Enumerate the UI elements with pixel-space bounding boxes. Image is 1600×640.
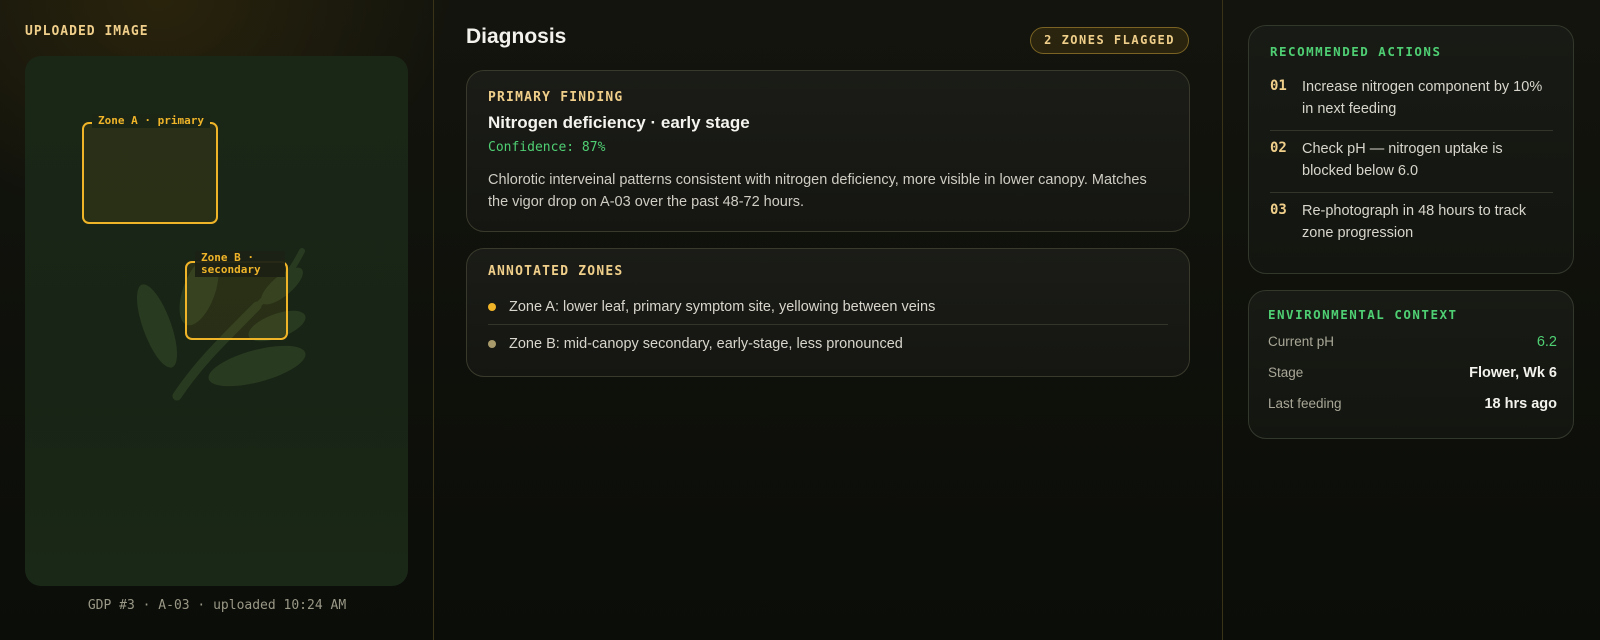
finding-title: Nitrogen deficiency · early stage [488,113,750,132]
primary-finding-card: PRIMARY FINDING Nitrogen deficiency · ea… [466,70,1190,232]
list-item[interactable]: 01 Increase nitrogen component by 10% in… [1270,77,1553,120]
action-number: 02 [1270,140,1287,156]
action-text: Check pH — nitrogen uptake is blocked be… [1302,141,1503,179]
env-value: Flower, Wk 6 [1469,365,1557,381]
env-key: Stage [1268,365,1304,380]
recommended-actions-card: RECOMMENDED ACTIONS 01 Increase nitrogen… [1248,25,1574,274]
env-row-stage: Stage Flower, Wk 6 [1268,365,1557,381]
annotated-zones-label: ANNOTATED ZONES [488,264,624,279]
zone-a-description: Zone A: lower leaf, primary symptom site… [509,298,936,315]
env-row-ph: Current pH 6.2 [1268,334,1557,350]
action-text: Increase nitrogen component by 10% in ne… [1302,79,1543,117]
zone-a-label: Zone A · primary [92,114,210,128]
list-item[interactable]: Zone B: mid-canopy secondary, early-stag… [488,326,1168,362]
sidebar-panel: RECOMMENDED ACTIONS 01 Increase nitrogen… [1223,0,1600,640]
confidence-value: Confidence: 87% [488,140,606,155]
divider [1270,192,1553,193]
finding-description: Chlorotic interveinal patterns consisten… [488,172,1147,210]
primary-finding-label: PRIMARY FINDING [488,90,624,105]
diagnosis-panel: Diagnosis 2 ZONES FLAGGED PRIMARY FINDIN… [434,0,1223,640]
upload-panel: UPLOADED IMAGE Zone A · primary Zone B ·… [0,0,434,640]
page-title: Diagnosis [466,25,567,48]
list-item[interactable]: 03 Re-photograph in 48 hours to track zo… [1270,201,1553,244]
upload-panel-title: UPLOADED IMAGE [25,24,149,39]
environmental-context-card: ENVIRONMENTAL CONTEXT Current pH 6.2 Sta… [1248,290,1574,439]
action-number: 01 [1270,78,1287,94]
env-value: 6.2 [1536,334,1557,350]
zones-flagged-badge: 2 ZONES FLAGGED [1030,27,1189,54]
env-key: Last feeding [1268,396,1342,411]
upload-caption: GDP #3 · A-03 · uploaded 10:24 AM [87,598,347,613]
list-item[interactable]: Zone A: lower leaf, primary symptom site… [488,289,1168,325]
zone-b-dot-icon [488,340,496,348]
list-item[interactable]: 02 Check pH — nitrogen uptake is blocked… [1270,139,1553,182]
action-number: 03 [1270,202,1287,218]
zone-b-description: Zone B: mid-canopy secondary, early-stag… [509,336,903,352]
action-text: Re-photograph in 48 hours to track zone … [1302,203,1527,241]
zone-b-box[interactable]: Zone B · secondary [185,251,288,340]
annotated-zones-card: ANNOTATED ZONES Zone A: lower leaf, prim… [466,248,1190,377]
app-root: UPLOADED IMAGE Zone A · primary Zone B ·… [0,0,1600,640]
uploaded-image[interactable]: Zone A · primary Zone B · secondary [25,56,408,586]
env-key: Current pH [1268,334,1335,349]
recommended-actions-label: RECOMMENDED ACTIONS [1270,44,1442,59]
env-row-last-feeding: Last feeding 18 hrs ago [1268,396,1557,412]
zone-b-label: Zone B · secondary [195,251,285,277]
env-value: 18 hrs ago [1484,396,1557,412]
zone-a-dot-icon [488,302,496,311]
zone-a-box[interactable]: Zone A · primary [82,114,218,224]
divider [1270,130,1553,131]
environmental-context-label: ENVIRONMENTAL CONTEXT [1268,307,1458,322]
